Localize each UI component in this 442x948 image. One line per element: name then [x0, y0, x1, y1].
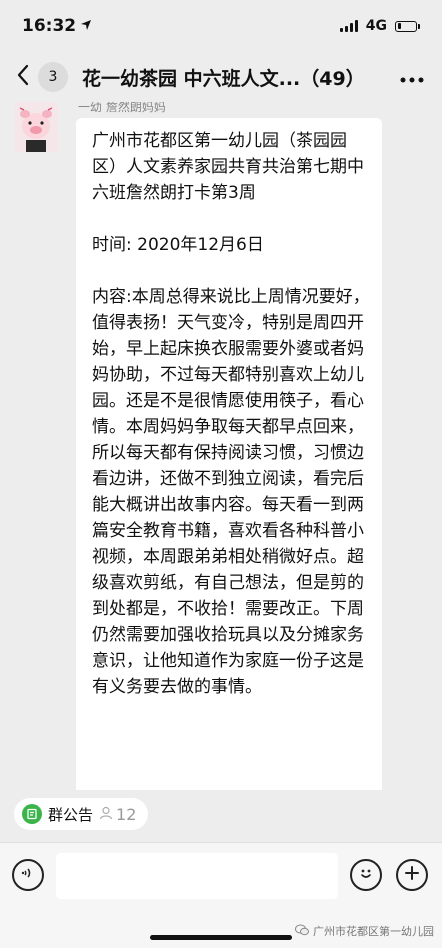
emoji-icon: [357, 864, 375, 886]
back-chevron-icon: [17, 64, 29, 90]
chat-area[interactable]: 一幼 詹然朗妈妈 广州市花都区第一幼儿园（茶园园区）人文素养家园共育共治第七期中…: [0, 102, 442, 790]
message-input[interactable]: [56, 853, 338, 899]
watermark: 广州市花都区第一幼儿园: [295, 923, 434, 939]
message-date: 时间: 2020年12月6日: [92, 235, 264, 255]
watermark-text: 广州市花都区第一幼儿园: [313, 925, 434, 938]
back-button[interactable]: [14, 63, 32, 91]
chat-header: 3 花一幼茶园 中六班人文...（49）: [0, 52, 442, 102]
more-button[interactable]: [394, 63, 430, 91]
chat-title: 花一幼茶园 中六班人文...（49）: [82, 67, 365, 90]
group-notice-label: 群公告: [48, 805, 94, 824]
location-arrow-icon: [80, 16, 92, 36]
member-count: 12: [99, 805, 136, 824]
person-icon: [99, 805, 113, 824]
status-time: 16:32: [22, 16, 77, 36]
network-label: 4G: [365, 18, 387, 34]
notice-row: 群公告 12: [14, 798, 149, 830]
signal-icon: [339, 20, 358, 32]
avatar[interactable]: [14, 102, 58, 152]
wechat-logo-icon: [295, 924, 309, 939]
member-count-value: 12: [116, 804, 137, 824]
voice-icon: [20, 865, 36, 885]
status-bar: 16:32 4G: [0, 0, 442, 52]
message-bubble[interactable]: 广州市花都区第一幼儿园（茶园园区）人文素养家园共育共治第七期中六班詹然朗打卡第3…: [76, 118, 382, 790]
unread-badge[interactable]: 3: [38, 62, 68, 92]
message-title: 广州市花都区第一幼儿园（茶园园区）人文素养家园共育共治第七期中六班詹然朗打卡第3…: [92, 131, 364, 203]
emoji-button[interactable]: [350, 859, 382, 891]
group-notice-button[interactable]: 群公告 12: [14, 798, 149, 830]
more-icon: [400, 68, 424, 87]
input-bar: 广州市花都区第一幼儿园: [0, 842, 442, 948]
plus-icon: [404, 865, 420, 885]
sender-name: 一幼 詹然朗妈妈: [78, 102, 166, 114]
home-indicator: [150, 935, 292, 940]
message-content: 内容:本周总得来说比上周情况要好，值得表扬！天气变冷，特别是周四开始，早上起床换…: [92, 287, 370, 697]
plus-button[interactable]: [396, 859, 428, 891]
battery-icon: [395, 20, 420, 32]
notice-icon: [22, 804, 42, 824]
voice-button[interactable]: [12, 859, 44, 891]
